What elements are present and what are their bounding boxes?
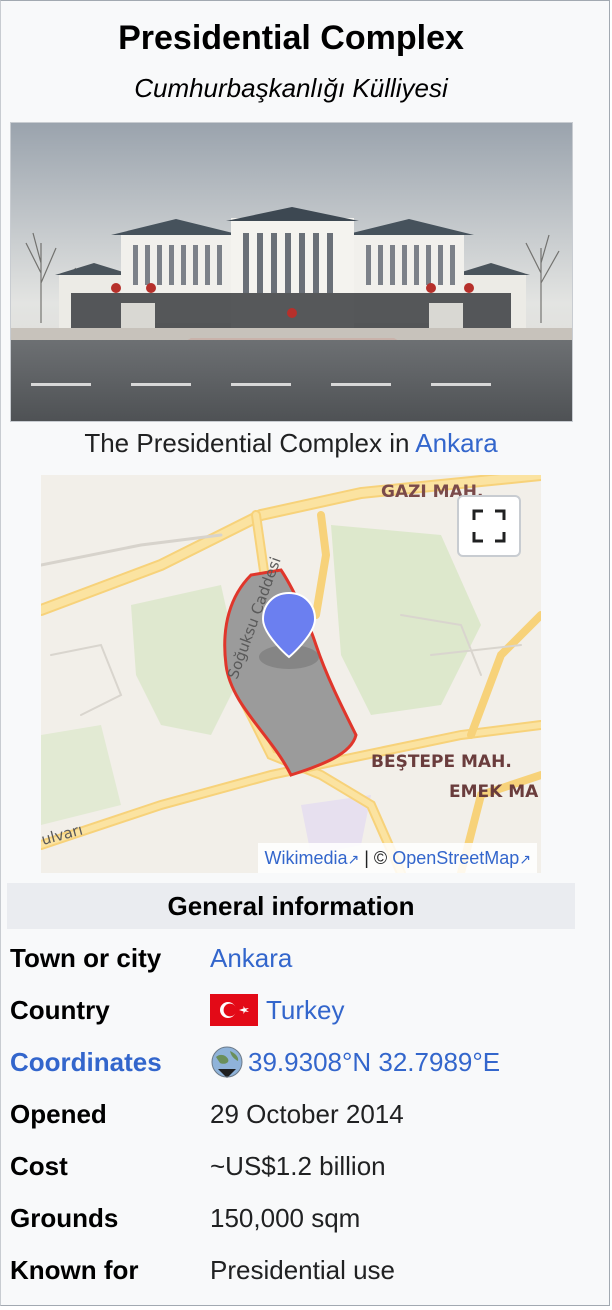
- map-label-emek: EMEK MA: [449, 782, 539, 802]
- row-label: Known for: [10, 1255, 139, 1285]
- coordinates-link[interactable]: 39.9308°N 32.7989°E: [248, 1042, 500, 1082]
- row-value: 29 October 2014: [210, 1099, 404, 1129]
- row-label: Cost: [10, 1151, 68, 1181]
- row-label: Opened: [10, 1099, 107, 1129]
- row-value: ~US$1.2 billion: [210, 1151, 386, 1181]
- row-cost: Cost ~US$1.2 billion: [10, 1146, 590, 1186]
- row-label: Grounds: [10, 1203, 119, 1233]
- globe-icon: [211, 1046, 243, 1078]
- external-link-icon: ↗: [519, 851, 531, 867]
- external-link-icon: ↗: [347, 851, 360, 867]
- map-attribution: Wikimedia↗ | © OpenStreetMap↗: [258, 843, 537, 873]
- turkey-flag-icon: [210, 994, 258, 1026]
- row-value: 150,000 sqm: [210, 1203, 361, 1233]
- row-known-for: Known for Presidential use: [10, 1250, 590, 1290]
- row-grounds: Grounds 150,000 sqm: [10, 1198, 590, 1238]
- native-name: Cumhurbaşkanlığı Külliyesi: [134, 73, 448, 103]
- row-label: Country: [10, 995, 110, 1025]
- fullscreen-icon: [472, 509, 506, 543]
- attribution-separator: | ©: [359, 848, 393, 868]
- complex-photo[interactable]: [10, 122, 573, 422]
- row-value: Presidential use: [210, 1255, 395, 1285]
- wikimedia-link[interactable]: Wikimedia: [264, 848, 347, 868]
- row-label: Town or city: [10, 943, 162, 973]
- country-turkey-link[interactable]: Turkey: [266, 990, 345, 1030]
- town-ankara-link[interactable]: Ankara: [210, 938, 292, 978]
- row-opened: Opened 29 October 2014: [10, 1094, 590, 1134]
- row-country: Country Turkey: [10, 990, 590, 1030]
- infobox-title: Presidential Complex: [118, 19, 464, 57]
- infobox: Presidential Complex Cumhurbaşkanlığı Kü…: [0, 0, 610, 1306]
- general-information-header: General information: [7, 883, 575, 929]
- fullscreen-button[interactable]: [457, 495, 521, 557]
- row-town-or-city: Town or city Ankara: [10, 938, 590, 978]
- coordinates-label-link[interactable]: Coordinates: [10, 1042, 162, 1082]
- location-map[interactable]: GAZI MAH. BEŞTEPE MAH. EMEK MA Soğuksu C…: [41, 475, 541, 873]
- openstreetmap-link[interactable]: OpenStreetMap: [392, 848, 519, 868]
- image-caption: The Presidential Complex in Ankara: [1, 428, 581, 459]
- caption-text: The Presidential Complex in: [84, 428, 416, 458]
- caption-ankara-link[interactable]: Ankara: [415, 428, 497, 458]
- map-label-bestepe: BEŞTEPE MAH.: [371, 752, 512, 772]
- row-coordinates: Coordinates 39.9308°N 32.7989°E: [10, 1042, 590, 1082]
